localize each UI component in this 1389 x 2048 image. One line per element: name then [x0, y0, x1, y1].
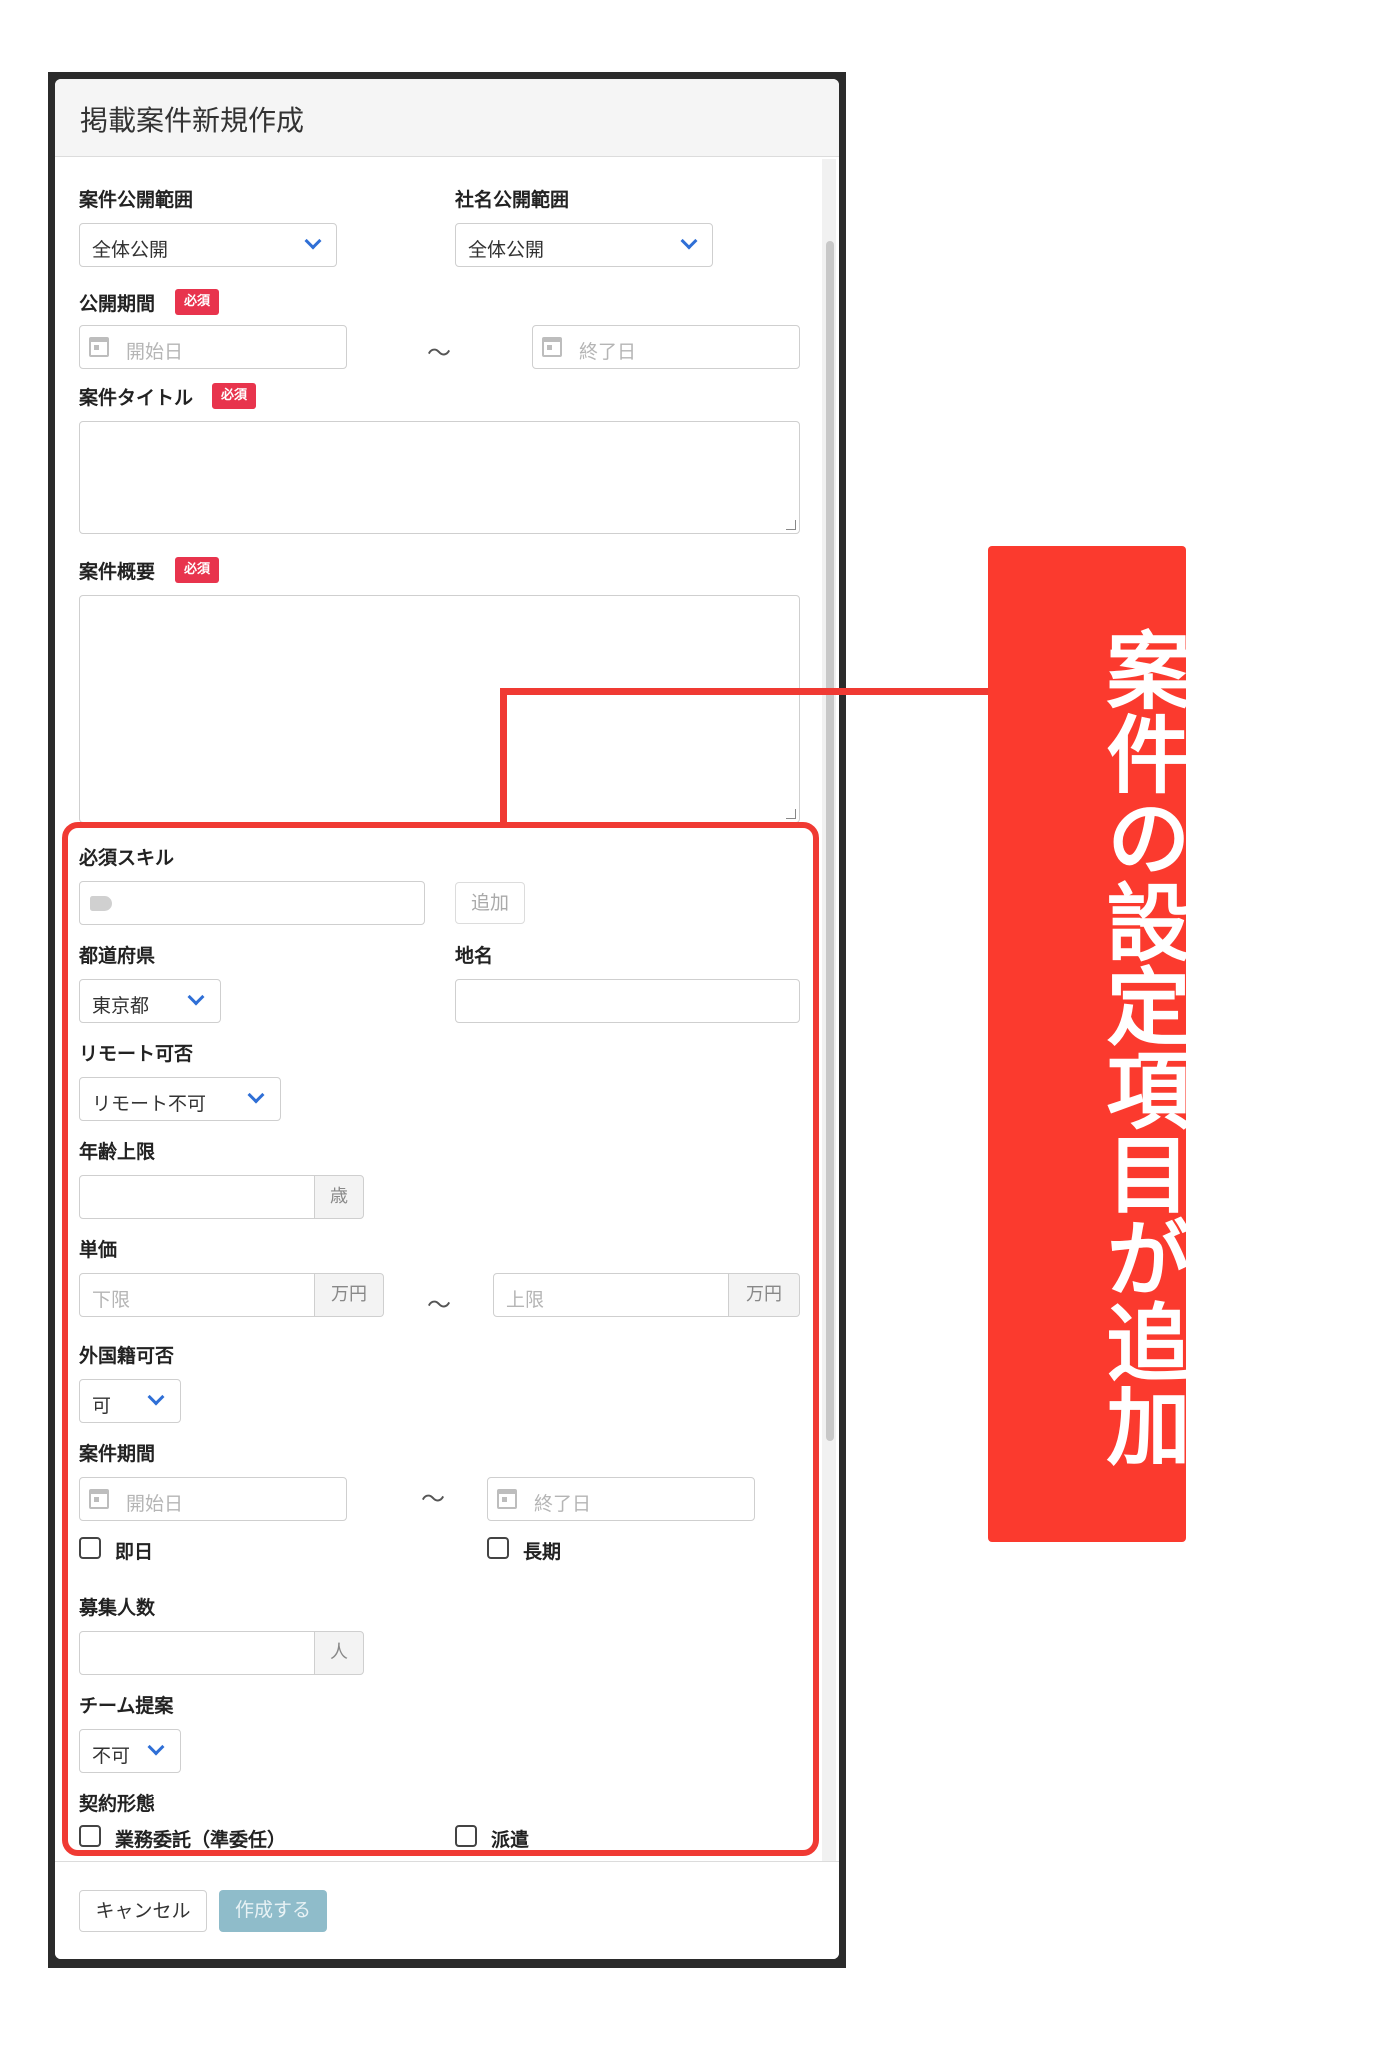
required-badge: 必須 — [212, 383, 257, 409]
chevron-down-icon — [680, 232, 698, 250]
case-title-textarea[interactable] — [79, 421, 800, 534]
resize-handle-icon[interactable] — [786, 809, 796, 819]
callout-box: 案件の設定項目が追加 — [988, 546, 1191, 1542]
publish-end-placeholder: 終了日 — [579, 341, 637, 363]
case-visibility-label: 案件公開範囲 — [79, 189, 194, 211]
required-badge: 必須 — [175, 289, 220, 315]
company-visibility-select[interactable]: 全体公開 — [455, 223, 713, 267]
calendar-icon — [89, 337, 109, 357]
period-separator: 〜 — [427, 339, 451, 367]
case-title-label: 案件タイトル — [79, 387, 194, 409]
case-visibility-select[interactable]: 全体公開 — [79, 223, 337, 267]
publish-end-date-input[interactable]: 終了日 — [532, 325, 800, 369]
company-visibility-label: 社名公開範囲 — [455, 189, 570, 211]
modal-scrollbar[interactable] — [822, 159, 836, 1939]
case-summary-label: 案件概要 — [79, 561, 156, 583]
modal-header: 掲載案件新規作成 — [55, 79, 839, 157]
publish-start-date-input[interactable]: 開始日 — [79, 325, 347, 369]
company-visibility-value: 全体公開 — [468, 239, 545, 261]
modal-footer: キャンセル 作成する — [55, 1861, 839, 1959]
callout-connector — [500, 688, 507, 824]
case-visibility-value: 全体公開 — [92, 239, 169, 261]
chevron-down-icon — [304, 232, 322, 250]
callout-connector — [500, 688, 990, 695]
callout-text: 案件の設定項目が追加 — [1093, 627, 1191, 1467]
case-summary-textarea[interactable] — [79, 595, 800, 823]
create-button[interactable]: 作成する — [219, 1890, 327, 1932]
publish-start-placeholder: 開始日 — [126, 341, 184, 363]
resize-handle-icon[interactable] — [786, 520, 796, 530]
required-badge: 必須 — [175, 557, 220, 583]
calendar-icon — [542, 337, 562, 357]
scrollbar-thumb[interactable] — [826, 241, 834, 1441]
cancel-button[interactable]: キャンセル — [79, 1890, 207, 1932]
modal-title: 掲載案件新規作成 — [80, 104, 305, 137]
added-fields-highlight — [62, 822, 819, 1856]
publish-period-label: 公開期間 — [79, 293, 156, 315]
